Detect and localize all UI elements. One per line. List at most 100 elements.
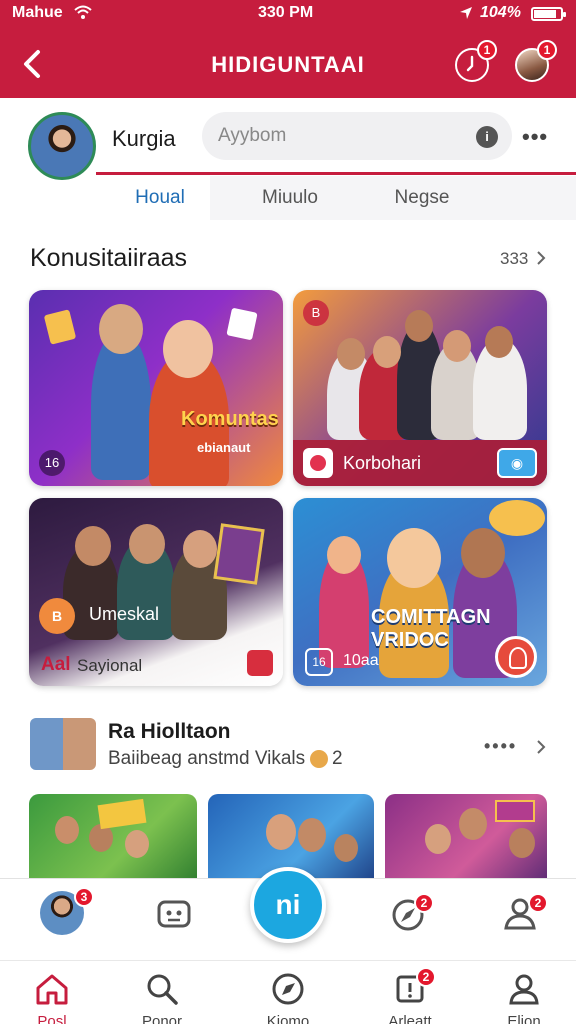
notification-badge: 2 bbox=[416, 967, 436, 987]
status-time: 330 PM bbox=[258, 4, 314, 21]
user-icon[interactable] bbox=[495, 636, 537, 678]
profile-avatar[interactable] bbox=[28, 112, 96, 180]
nav-home[interactable]: Posl bbox=[6, 961, 98, 1024]
more-options-icon[interactable]: •••• bbox=[484, 736, 517, 757]
section-count: 2 bbox=[332, 748, 343, 769]
chat-bot-icon[interactable] bbox=[156, 897, 192, 931]
nav-search[interactable]: Ponor bbox=[116, 961, 208, 1024]
sticker-icon bbox=[43, 309, 77, 345]
tab-bar: Houal Miuulo Negse bbox=[110, 176, 576, 220]
user-avatar-button[interactable]: 1 bbox=[515, 40, 557, 82]
info-icon[interactable]: i bbox=[476, 126, 498, 148]
nav-alerts[interactable]: 2 Arleatt bbox=[364, 961, 456, 1024]
person-face bbox=[327, 536, 361, 574]
card-chip: 16 bbox=[305, 648, 333, 676]
notification-badge: 3 bbox=[74, 887, 94, 907]
person-face bbox=[405, 310, 433, 342]
card-caption: ebianaut bbox=[197, 440, 251, 455]
video-thumbnail[interactable] bbox=[29, 794, 197, 884]
location-arrow-icon bbox=[460, 7, 472, 19]
chevron-right-icon[interactable] bbox=[536, 739, 546, 755]
content-card[interactable]: COMITTAGN VRIDOC 16 10aa bbox=[293, 498, 547, 686]
app-logo-icon bbox=[303, 448, 333, 478]
bottom-navigation: Posl Ponor Kiomo 2 Arleatt Elion bbox=[0, 960, 576, 1024]
play-icon[interactable] bbox=[247, 650, 273, 676]
nav-label: Kiomo bbox=[266, 1013, 310, 1024]
sign-decoration bbox=[97, 798, 147, 830]
person-face bbox=[334, 834, 358, 862]
notification-badge: 1 bbox=[537, 40, 557, 60]
play-button[interactable]: ◉ bbox=[497, 448, 537, 478]
card-logo: B bbox=[39, 598, 75, 634]
section-title: Konusitaiiraas bbox=[30, 244, 188, 272]
tab-negse[interactable]: Negse bbox=[372, 176, 472, 220]
notification-badge: 2 bbox=[528, 893, 548, 913]
card-footer-label: Sayional bbox=[77, 656, 143, 675]
coin-icon bbox=[310, 750, 328, 768]
person-face bbox=[163, 320, 213, 378]
nav-label: Elion bbox=[507, 1013, 541, 1024]
person-face bbox=[125, 830, 149, 858]
person-face bbox=[461, 528, 505, 578]
divider-line bbox=[96, 172, 576, 175]
wifi-icon bbox=[74, 5, 92, 19]
person-face bbox=[337, 338, 365, 370]
tab-miuulo[interactable]: Miuulo bbox=[240, 176, 340, 220]
poster-image bbox=[213, 523, 265, 585]
person-face bbox=[425, 824, 451, 854]
person-face bbox=[459, 808, 487, 840]
person-face bbox=[99, 304, 143, 354]
person-face bbox=[75, 526, 111, 566]
person-face bbox=[485, 326, 513, 358]
nav-label: Ponor bbox=[141, 1013, 183, 1024]
card-chip: 16 bbox=[39, 450, 65, 476]
card-chip: B bbox=[303, 300, 329, 326]
section-subtitle: Baiibeag anstmd Vikals bbox=[108, 748, 306, 769]
user-avatar-button[interactable]: 3 bbox=[40, 887, 94, 935]
person-face bbox=[183, 530, 217, 568]
nav-profile[interactable]: Elion bbox=[478, 961, 570, 1024]
carrier-name: Mahue bbox=[12, 4, 63, 21]
notification-badge: 2 bbox=[414, 893, 434, 913]
compass-icon bbox=[272, 973, 304, 1005]
content-card[interactable]: Komuntas ebianaut 16 bbox=[29, 290, 283, 486]
chevron-right-icon[interactable] bbox=[536, 250, 546, 266]
status-bar: Mahue 330 PM 104% bbox=[0, 0, 576, 28]
person-face bbox=[129, 524, 165, 564]
section-see-all[interactable]: 333 bbox=[500, 249, 528, 269]
person-face bbox=[387, 528, 441, 588]
history-button[interactable]: 1 bbox=[455, 40, 497, 82]
content-card[interactable]: B Korbohari ◉ bbox=[293, 290, 547, 486]
search-field[interactable]: Ayybom i bbox=[202, 112, 512, 160]
more-options-icon[interactable]: ••• bbox=[522, 124, 548, 150]
content-card[interactable]: B Umeskal Aal Sayional bbox=[29, 498, 283, 686]
top-app-bar: Mahue 330 PM 104% HIDIGUNTAAI 1 1 bbox=[0, 0, 576, 98]
nav-explore[interactable]: Kiomo bbox=[242, 961, 334, 1024]
person-face bbox=[55, 816, 79, 844]
section-title: Ra Hiolltaon bbox=[108, 720, 231, 743]
balloon-decoration bbox=[489, 500, 545, 536]
nav-label: Arleatt bbox=[388, 1013, 432, 1024]
sticker-icon bbox=[226, 307, 258, 341]
action-bar: 3 ni 2 2 bbox=[0, 867, 576, 960]
notification-badge: 1 bbox=[477, 40, 497, 60]
search-placeholder: Ayybom bbox=[218, 125, 287, 146]
create-button[interactable]: ni bbox=[250, 867, 326, 943]
section-thumbnail[interactable] bbox=[30, 718, 96, 770]
person-face bbox=[509, 828, 535, 858]
card-footer-label: 10aa bbox=[343, 652, 379, 669]
battery-icon bbox=[531, 7, 566, 21]
person-face bbox=[373, 336, 401, 368]
search-icon bbox=[147, 974, 178, 1005]
card-label: Umeskal bbox=[89, 604, 160, 624]
card-overlay-title: Komuntas bbox=[181, 408, 279, 430]
video-thumbnail[interactable] bbox=[385, 794, 547, 884]
person-face bbox=[266, 814, 296, 850]
person-face bbox=[443, 330, 471, 362]
sign-decoration bbox=[495, 800, 535, 822]
tab-houal[interactable]: Houal bbox=[110, 176, 210, 220]
person-face bbox=[298, 818, 326, 852]
card-footer: Korbohari ◉ bbox=[293, 440, 547, 486]
nav-label: Posl bbox=[37, 1013, 67, 1024]
card-footer-label: Korbohari bbox=[343, 453, 422, 473]
